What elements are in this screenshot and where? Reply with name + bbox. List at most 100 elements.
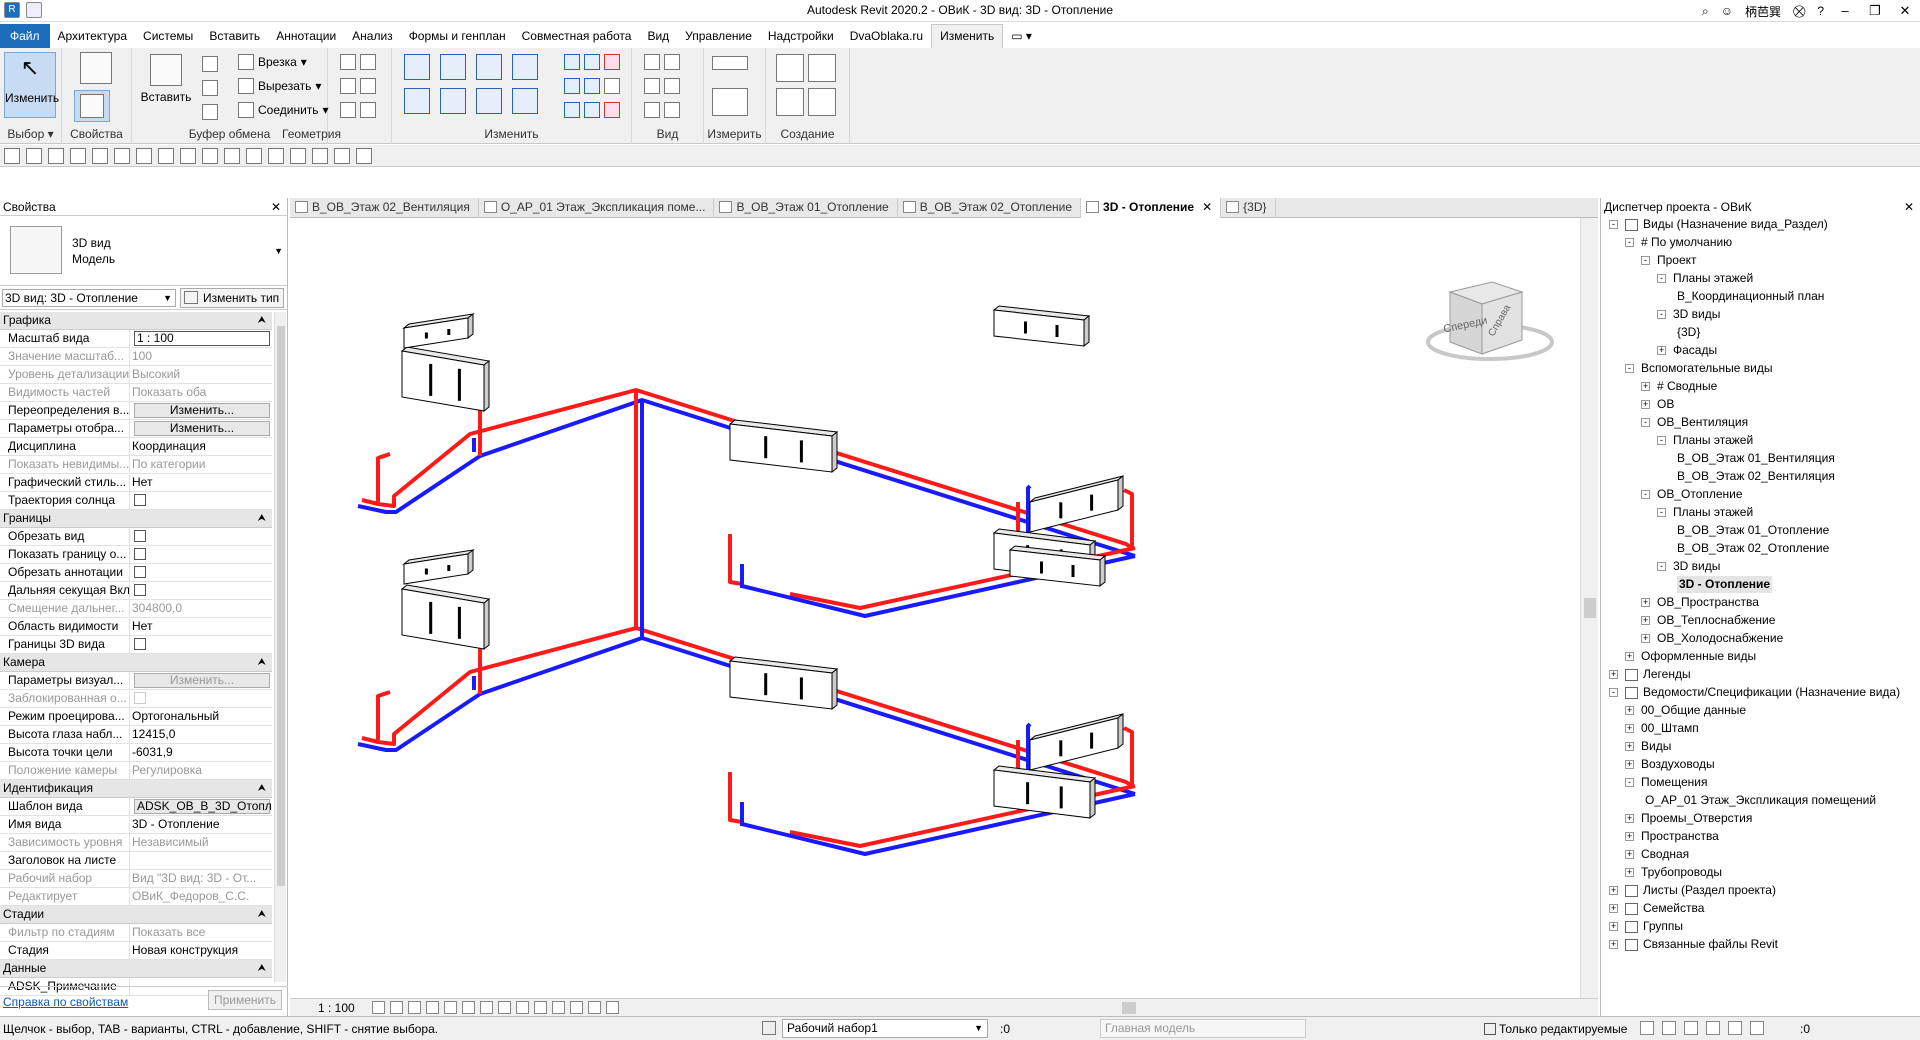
property-input[interactable]: 1 : 100 — [134, 331, 270, 346]
tab-analyze[interactable]: Анализ — [344, 25, 401, 48]
collapse-icon[interactable]: - — [1609, 220, 1618, 229]
trim-icon[interactable] — [512, 88, 538, 114]
browser-item[interactable]: -3D виды — [1601, 306, 1920, 324]
constraints-icon[interactable] — [606, 1001, 619, 1014]
expand-icon[interactable]: + — [1625, 814, 1634, 823]
show-crop-icon[interactable] — [480, 1001, 493, 1014]
doc-tab[interactable]: В_ОВ_Этаж 02_Отопление — [898, 198, 1082, 218]
browser-item[interactable]: + ОВ_Холодоснабжение — [1601, 630, 1920, 648]
radiator[interactable] — [1029, 712, 1124, 771]
browser-item[interactable]: - Проект — [1601, 252, 1920, 270]
doc-tab[interactable]: В_ОВ_Этаж 01_Отопление — [714, 198, 898, 218]
radiator-back[interactable] — [402, 312, 475, 349]
type-properties-button[interactable] — [70, 50, 122, 90]
browser-item[interactable]: В_ОВ_Этаж 02_Вентиляция — [1601, 468, 1920, 486]
property-value[interactable]: 3D - Отопление — [132, 817, 220, 831]
sun-path-icon[interactable] — [408, 1001, 421, 1014]
highlight-icon[interactable] — [588, 1001, 601, 1014]
doc-tab[interactable]: О_АР_01 Этаж_Экспликация поме... — [479, 198, 715, 218]
close-properties-icon[interactable]: ✕ — [271, 198, 281, 216]
dimension-qat-icon[interactable] — [136, 148, 152, 164]
browser-item[interactable]: - ОВ_Вентиляция — [1601, 414, 1920, 432]
expand-icon[interactable]: + — [1625, 652, 1634, 661]
customize-qat-icon[interactable] — [356, 148, 372, 164]
switch-windows-icon[interactable] — [290, 148, 306, 164]
modify-button[interactable]: ↖ Изменить — [4, 52, 59, 118]
browser-item[interactable]: - Виды (Назначение вида_Раздел) — [1601, 216, 1920, 234]
panel-toggle-icon[interactable]: ▭ ▾ — [1003, 25, 1040, 48]
collapse-icon[interactable]: - — [1625, 778, 1634, 787]
geometry-tool-3-icon[interactable] — [340, 102, 376, 118]
reveal-hidden-icon[interactable] — [534, 1001, 547, 1014]
collapse-icon[interactable]: - — [1641, 418, 1650, 427]
browser-item[interactable]: + Пространства — [1601, 828, 1920, 846]
tab-addins[interactable]: Надстройки — [760, 25, 842, 48]
temp-hide-icon[interactable] — [516, 1001, 529, 1014]
drag-elements-icon[interactable] — [1728, 1021, 1742, 1035]
filter-icon[interactable] — [1750, 1021, 1764, 1035]
save-icon[interactable] — [4, 148, 20, 164]
align-icon[interactable] — [404, 54, 430, 80]
radiator[interactable] — [1029, 474, 1124, 533]
undo-icon[interactable] — [48, 148, 64, 164]
chevron-down-icon[interactable]: ▼ — [274, 246, 283, 256]
cope-button[interactable]: Врезка ▾ — [238, 54, 307, 70]
join-button[interactable]: Соединить ▾ — [238, 102, 329, 118]
tag-icon[interactable] — [158, 148, 174, 164]
editable-only-toggle[interactable]: Только редактируемые — [1484, 1022, 1627, 1036]
collapse-icon[interactable]: - — [1657, 508, 1666, 517]
maximize-button[interactable]: ❐ — [1860, 0, 1890, 22]
radiator[interactable] — [992, 765, 1097, 820]
binoculars-icon[interactable]: ⌕ — [1702, 4, 1709, 19]
property-value[interactable]: -6031,9 — [132, 745, 173, 759]
tab-modify[interactable]: Изменить — [931, 24, 1004, 48]
collapse-icon[interactable]: ⮝ — [258, 312, 267, 329]
property-value[interactable]: Координация — [132, 439, 206, 453]
property-value[interactable]: Нет — [132, 475, 152, 489]
collapse-icon[interactable]: ⮝ — [258, 906, 267, 923]
collapse-icon[interactable]: ⮝ — [258, 510, 267, 527]
browser-item[interactable]: + Фасады — [1601, 342, 1920, 360]
property-checkbox[interactable] — [134, 548, 146, 560]
property-checkbox[interactable] — [134, 584, 146, 596]
viewport-horizontal-scrollbar[interactable] — [682, 1002, 1582, 1014]
sync-icon[interactable] — [26, 148, 42, 164]
3d-view-icon[interactable] — [202, 148, 218, 164]
browser-item[interactable]: + Виды — [1601, 738, 1920, 756]
expand-icon[interactable]: + — [1609, 904, 1618, 913]
supply-pipe[interactable] — [1123, 488, 1134, 548]
doc-tab[interactable]: В_ОВ_Этаж 02_Вентиляция — [290, 198, 479, 218]
cart-icon[interactable]: ⛒ — [1793, 4, 1805, 19]
radiator[interactable] — [728, 656, 839, 711]
property-value[interactable]: Ортогональный — [132, 709, 219, 723]
select-by-face-icon[interactable] — [1706, 1021, 1720, 1035]
collapse-icon[interactable]: - — [1657, 436, 1666, 445]
close-hidden-icon[interactable] — [268, 148, 284, 164]
tab-view[interactable]: Вид — [639, 25, 677, 48]
browser-item[interactable]: В_Координационный план — [1601, 288, 1920, 306]
section-icon[interactable] — [224, 148, 240, 164]
browser-item[interactable]: 3D - Отопление — [1601, 576, 1920, 594]
expand-icon[interactable]: + — [1625, 832, 1634, 841]
browser-item[interactable]: + Легенды — [1601, 666, 1920, 684]
match-type-icon[interactable] — [202, 104, 218, 120]
close-tab-icon[interactable]: ✕ — [1202, 200, 1212, 214]
edit-type-button[interactable]: Изменить тип — [180, 288, 284, 308]
redo-icon[interactable] — [70, 148, 86, 164]
browser-item[interactable]: В_ОВ_Этаж 01_Вентиляция — [1601, 450, 1920, 468]
edit-button[interactable]: Изменить... — [134, 421, 270, 436]
select-pinned-icon[interactable] — [1684, 1021, 1698, 1035]
thin-lines-icon[interactable] — [246, 148, 262, 164]
browser-item[interactable]: + # Сводные — [1601, 378, 1920, 396]
select-underlay-icon[interactable] — [1662, 1021, 1676, 1035]
browser-item[interactable]: - Помещения — [1601, 774, 1920, 792]
browser-item[interactable]: - ОВ_Отопление — [1601, 486, 1920, 504]
browser-item[interactable]: + ОВ_Теплоснабжение — [1601, 612, 1920, 630]
tab-manage[interactable]: Управление — [677, 25, 760, 48]
expand-icon[interactable]: + — [1609, 940, 1618, 949]
collapse-icon[interactable]: - — [1641, 490, 1650, 499]
expand-icon[interactable]: + — [1641, 598, 1650, 607]
tab-dvaoblaka[interactable]: DvaOblaka.ru — [842, 25, 931, 48]
type-selector[interactable]: 3D вид Модель ▼ — [0, 216, 287, 286]
visual-style-icon[interactable] — [390, 1001, 403, 1014]
